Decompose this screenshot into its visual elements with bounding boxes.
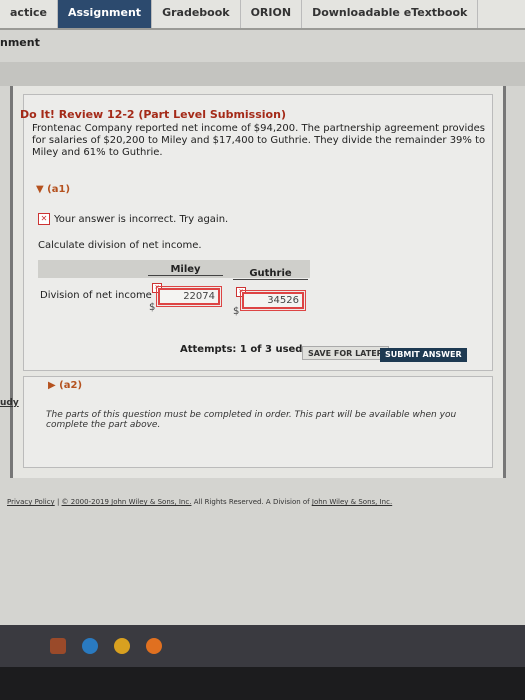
separator: | (56, 498, 60, 506)
tab-etextbook[interactable]: Downloadable eTextbook (302, 0, 479, 28)
row-label: Division of net income (40, 290, 152, 301)
error-x-icon: ✕ (38, 213, 50, 225)
dollar-sign: $ (233, 306, 240, 317)
tab-gradebook[interactable]: Gradebook (152, 0, 241, 28)
a2-label: (a2) (59, 380, 83, 391)
guthrie-input[interactable] (240, 290, 306, 311)
header-band (0, 62, 525, 86)
a2-note: The parts of this question must be compl… (46, 410, 457, 430)
feedback-text: Your answer is incorrect. Try again. (54, 213, 229, 225)
firefox-icon[interactable] (146, 638, 162, 654)
tab-practice[interactable]: actice (0, 0, 58, 28)
wiley-link[interactable]: John Wiley & Sons, Inc. (312, 498, 392, 506)
a1-label: (a1) (47, 184, 71, 195)
tab-assignment[interactable]: Assignment (57, 0, 153, 28)
privacy-policy-link[interactable]: Privacy Policy (7, 498, 55, 506)
a2-toggle[interactable]: ▶ (a2) (48, 380, 82, 391)
chrome-icon[interactable] (114, 638, 130, 654)
question-text: Frontenac Company reported net income of… (32, 123, 486, 158)
a1-toggle[interactable]: ▼ (a1) (36, 184, 70, 195)
feedback-message: ✕ Your answer is incorrect. Try again. (38, 213, 228, 225)
copyright-link[interactable]: © 2000-2019 John Wiley & Sons, Inc. (62, 498, 192, 506)
attempts-count: Attempts: 1 of 3 used (180, 344, 303, 355)
taskbar (0, 625, 525, 667)
col-guthrie: Guthrie (233, 268, 308, 280)
nav-tabs: actice Assignment Gradebook ORION Downlo… (0, 0, 525, 30)
monitor-bezel (0, 667, 525, 700)
side-link[interactable]: udy (0, 398, 19, 408)
page-heading: nment (0, 36, 40, 49)
footer: Privacy Policy | © 2000-2019 John Wiley … (7, 498, 392, 506)
save-for-later-button[interactable]: SAVE FOR LATER (302, 346, 389, 360)
tab-orion[interactable]: ORION (241, 0, 303, 28)
edge-browser-icon[interactable] (82, 638, 98, 654)
submit-answer-button[interactable]: SUBMIT ANSWER (380, 348, 467, 362)
col-miley: Miley (148, 264, 223, 276)
miley-input[interactable] (156, 286, 222, 307)
app-icon[interactable] (50, 638, 66, 654)
instruction: Calculate division of net income. (38, 240, 202, 251)
caret-right-icon: ▶ (48, 380, 60, 391)
question-title: Do It! Review 12-2 (Part Level Submissio… (20, 108, 286, 121)
dollar-sign: $ (149, 302, 156, 313)
rights-text: All Rights Reserved. A Division of (193, 498, 310, 506)
caret-down-icon: ▼ (36, 184, 48, 195)
